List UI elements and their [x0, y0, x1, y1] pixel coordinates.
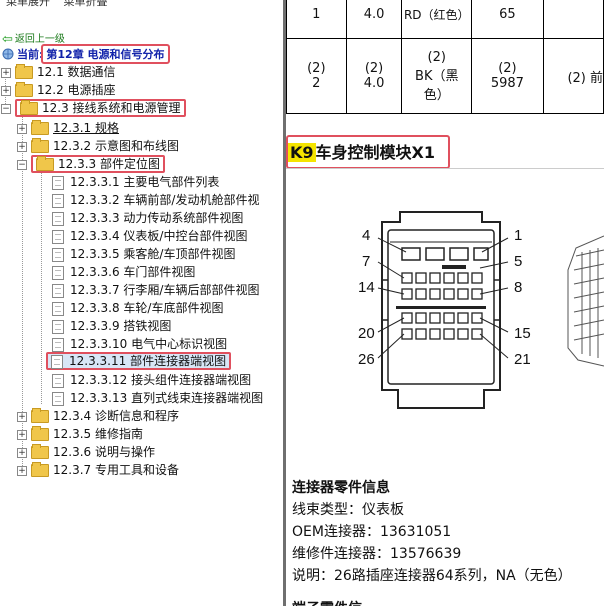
tree-node-12-3-6[interactable]: +12.3.6 说明与操作: [17, 443, 155, 461]
tree-leaf[interactable]: 12.3.3.12 接头组件连接器端视图: [52, 371, 251, 389]
content-panel: 1 4.0 RD（红色） 65 (2) 2 (2) 4.0 (2) BK（黑 色） (2…: [286, 0, 604, 606]
table-cell: (2) 5987: [471, 38, 544, 114]
table-cell: RD（红色）: [401, 0, 473, 39]
folder-icon: [31, 462, 49, 477]
connector-diagram: 4 1 7 5 14 8 20 15 26 21: [358, 211, 604, 409]
document-icon: [52, 373, 64, 388]
oem-connector: OEM连接器：13631051: [292, 524, 452, 540]
wire-table: 1 4.0 RD（红色） 65 (2) 2 (2) 4.0 (2) BK（黑 色） (2…: [286, 0, 604, 114]
tree-leaf[interactable]: 12.3.3.7 行李厢/车辆后部部件视图: [52, 281, 259, 299]
folder-icon: [31, 120, 49, 135]
tree-leaf[interactable]: 12.3.3.13 直列式线束连接器端视图: [52, 389, 263, 407]
tree-leaf[interactable]: 12.3.3.6 车门部件视图: [52, 263, 195, 281]
tree-leaf[interactable]: 12.3.3.4 仪表板/中控台部件视图: [52, 227, 247, 245]
side-view-connector: [567, 235, 604, 367]
table-row: (2) 2 (2) 4.0 (2) BK（黑 色） (2) 5987 (2) 前: [286, 38, 604, 114]
expand-icon[interactable]: +: [17, 141, 27, 152]
tree-node-12-2[interactable]: +12.2 电源插座: [1, 81, 116, 99]
collapse-menu-button[interactable]: 菜单折叠: [64, 0, 108, 8]
document-icon: [52, 283, 64, 298]
table-cell: (2) 4.0: [345, 38, 403, 114]
folder-icon: [31, 444, 49, 459]
document-icon: [52, 193, 64, 208]
collapse-icon[interactable]: −: [17, 159, 27, 170]
document-icon: [52, 301, 64, 316]
table-cell: 1: [286, 0, 347, 39]
pin-label: 20: [358, 325, 375, 342]
document-icon: [52, 265, 64, 280]
expand-icon[interactable]: +: [1, 67, 11, 78]
pin-label: 15: [514, 325, 531, 342]
pin-label: 5: [514, 253, 522, 270]
table-cell: 4.0: [345, 0, 403, 39]
tree-node-12-3[interactable]: −12.3 接线系统和电源管理: [1, 99, 186, 117]
tree-leaf[interactable]: 12.3.3.9 搭铁视图: [52, 317, 171, 335]
pin-label: 8: [514, 279, 522, 296]
tree-leaf[interactable]: 12.3.3.1 主要电气部件列表: [52, 173, 219, 191]
tree-node-12-3-5[interactable]: +12.3.5 维修指南: [17, 425, 143, 443]
expand-icon[interactable]: +: [17, 465, 27, 476]
table-cell: 65: [471, 0, 544, 39]
pin-label: 21: [514, 351, 531, 368]
navigation-panel: 菜单展开 菜单折叠 ⇦ 返回上一级 当前: 第12章 电源和信号分布 +12.1 数…: [0, 0, 283, 606]
expand-icon[interactable]: +: [17, 447, 27, 458]
pin-label: 14: [358, 279, 375, 296]
expand-icon[interactable]: +: [17, 411, 27, 422]
document-icon: [52, 247, 64, 262]
connector-info-heading: 连接器零件信息: [292, 480, 390, 496]
tree-node-12-3-1[interactable]: +12.3.1 规格: [17, 119, 119, 137]
tree-leaf[interactable]: 12.3.3.2 车辆前部/发动机舱部件视: [52, 191, 259, 209]
document-icon: [51, 354, 63, 369]
pin-label: 7: [362, 253, 370, 270]
pin-label: 4: [362, 227, 370, 244]
tree-node-12-3-4[interactable]: +12.3.4 诊断信息和程序: [17, 407, 179, 425]
terminal-info-heading: 端子零件信: [292, 598, 362, 606]
collapse-icon[interactable]: −: [1, 103, 11, 114]
divider-line: [286, 168, 604, 169]
folder-open-icon: [36, 156, 54, 171]
document-icon: [52, 319, 64, 334]
current-chapter-title: 第12章 电源和信号分布: [41, 44, 170, 64]
connector-description: 说明：26路插座连接器64系列，NA（无色）: [292, 568, 572, 584]
document-icon: [52, 229, 64, 244]
pin-label: 26: [358, 351, 375, 368]
tree-node-12-3-2[interactable]: +12.3.2 示意图和布线图: [17, 137, 179, 155]
table-cell: (2) BK（黑 色）: [401, 38, 473, 114]
expand-icon[interactable]: +: [17, 429, 27, 440]
table-cell: (2) 2: [286, 38, 347, 114]
folder-icon: [15, 64, 33, 79]
tree-leaf[interactable]: 12.3.3.3 动力传动系统部件视图: [52, 209, 243, 227]
component-code: K9: [288, 143, 316, 162]
tree-leaf[interactable]: 12.3.3.8 车轮/车底部件视图: [52, 299, 223, 317]
component-title: K9 车身控制模块X1: [288, 143, 436, 162]
table-row: 1 4.0 RD（红色） 65: [286, 0, 604, 39]
folder-icon: [31, 426, 49, 441]
document-icon: [52, 211, 64, 226]
tree-node-12-1[interactable]: +12.1 数据通信: [1, 63, 116, 81]
table-cell: (2) 前: [542, 38, 604, 114]
tree-leaf[interactable]: 12.3.3.5 乘客舱/车顶部件视图: [52, 245, 235, 263]
globe-icon: [2, 48, 14, 60]
menu-toolbar: 菜单展开 菜单折叠: [6, 0, 118, 9]
document-icon: [52, 175, 64, 190]
tree-leaf[interactable]: 12.3.3.10 电气中心标识视图: [52, 335, 227, 353]
harness-type: 线束类型：仪表板: [292, 502, 404, 518]
folder-icon: [15, 82, 33, 97]
tree-leaf-selected[interactable]: 12.3.3.11 部件连接器端视图: [46, 352, 232, 370]
expand-icon[interactable]: +: [1, 85, 11, 96]
current-chapter: 当前: 第12章 电源和信号分布: [2, 44, 170, 64]
document-icon: [52, 391, 64, 406]
tree-node-12-3-3[interactable]: −12.3.3 部件定位图: [17, 155, 165, 173]
expand-menu-button[interactable]: 菜单展开: [6, 0, 50, 8]
folder-open-icon: [20, 100, 38, 115]
expand-icon[interactable]: +: [17, 123, 27, 134]
document-icon: [52, 337, 64, 352]
table-cell: [542, 0, 604, 39]
service-connector: 维修件连接器：13576639: [292, 546, 462, 562]
pin-label: 1: [514, 227, 522, 244]
folder-icon: [31, 408, 49, 423]
tree-node-12-3-7[interactable]: +12.3.7 专用工具和设备: [17, 461, 179, 479]
folder-icon: [31, 138, 49, 153]
